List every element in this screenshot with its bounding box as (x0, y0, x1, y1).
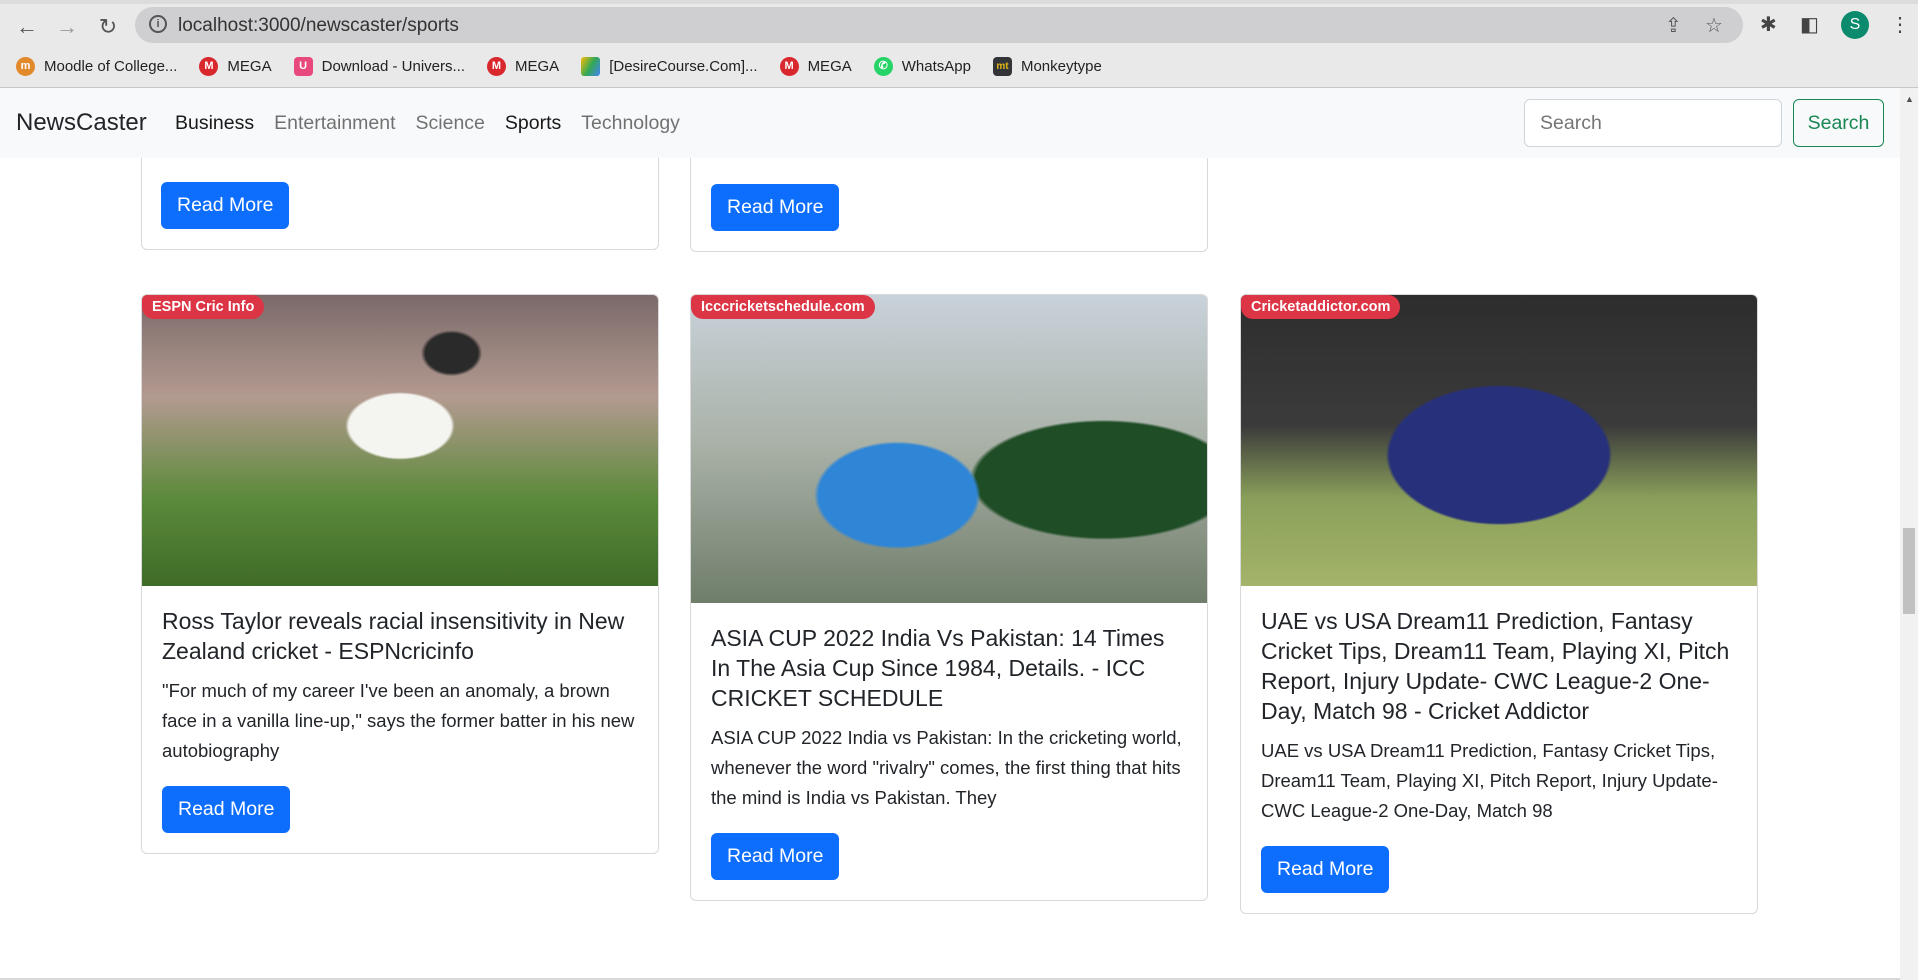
moodle-icon: m (16, 56, 35, 76)
bookmark[interactable]: mt Monkeytype (992, 56, 1102, 76)
scroll-up-icon[interactable]: ▲ (1905, 94, 1914, 104)
nav-business[interactable]: Business (175, 112, 254, 135)
article-image: ESPN Cric Info (142, 295, 658, 586)
address-bar[interactable]: i localhost:3000/newscaster/sports ⇪ ☆ (135, 7, 1743, 43)
brand[interactable]: NewsCaster (16, 109, 147, 137)
reload-icon[interactable]: ↻ (93, 12, 123, 42)
bookmark[interactable]: M MEGA (779, 56, 852, 76)
nav-technology[interactable]: Technology (581, 112, 680, 135)
article-image: Icccricketschedule.com (691, 295, 1207, 603)
article-title: Ross Taylor reveals racial insensitivity… (162, 608, 625, 664)
nav-links: Business Entertainment Science Sports Te… (175, 112, 680, 135)
bookmark[interactable]: m Moodle of College... (16, 56, 178, 76)
forward-icon[interactable]: → (52, 12, 82, 42)
article-description: UAE vs USA Dream11 Prediction, Fantasy C… (1261, 740, 1718, 821)
bookmarks-bar: m Moodle of College... M MEGA U Download - … (16, 52, 1102, 80)
source-badge: Cricketaddictor.com (1241, 295, 1401, 319)
monkeytype-icon: mt (992, 56, 1012, 76)
bookmark[interactable]: U Download - Univers... (293, 56, 465, 76)
article-description: ASIA CUP 2022 India vs Pakistan: In the … (711, 727, 1182, 808)
nav-entertainment[interactable]: Entertainment (274, 112, 395, 135)
browser-chrome: ← → ↻ i localhost:3000/newscaster/sports… (0, 0, 1918, 88)
nav-sports[interactable]: Sports (505, 112, 561, 135)
bookmark[interactable]: M MEGA (487, 56, 560, 76)
share-icon[interactable]: ⇪ (1665, 13, 1682, 38)
profile-avatar[interactable]: S (1841, 11, 1869, 39)
scrollbar[interactable]: ▲ (1900, 88, 1918, 980)
read-more-button[interactable]: Read More (161, 182, 290, 229)
bookmark[interactable]: ✆ WhatsApp (873, 56, 971, 76)
mega-icon: M (779, 56, 799, 76)
bookmark-label: MEGA (807, 57, 852, 75)
bookmark-label: Moodle of College... (44, 57, 178, 75)
download-icon: U (293, 56, 313, 76)
article-title: UAE vs USA Dream11 Prediction, Fantasy C… (1261, 608, 1730, 724)
nav-science[interactable]: Science (416, 112, 485, 135)
bookmark-label: MEGA (515, 57, 560, 75)
read-more-button[interactable]: Read More (162, 786, 291, 833)
article-description: "For much of my career I've been an anom… (162, 680, 635, 761)
source-badge: Icccricketschedule.com (691, 295, 875, 319)
bookmark-label: MEGA (227, 57, 272, 75)
back-icon[interactable]: ← (12, 12, 42, 42)
tab-strip (0, 0, 1918, 4)
article-title: ASIA CUP 2022 India Vs Pakistan: 14 Time… (711, 625, 1165, 711)
mega-icon: M (487, 56, 506, 76)
bookmark-label: WhatsApp (901, 57, 971, 75)
search-input[interactable] (1524, 99, 1782, 147)
read-more-button[interactable]: Read More (711, 833, 840, 880)
news-card: Cricketaddictor.com UAE vs USA Dream11 P… (1240, 294, 1758, 914)
bookmark-label: Monkeytype (1020, 57, 1102, 75)
read-more-button[interactable]: Read More (711, 184, 840, 231)
menu-icon[interactable]: ⋮ (1890, 12, 1910, 37)
bookmark[interactable]: M MEGA (199, 56, 272, 76)
side-panel-icon[interactable]: ◧ (1800, 12, 1819, 37)
search-button[interactable]: Search (1793, 99, 1884, 147)
extensions-icon[interactable]: ✱ (1760, 12, 1777, 37)
news-card: Icccricketschedule.com ASIA CUP 2022 Ind… (690, 294, 1208, 901)
navbar: NewsCaster Business Entertainment Scienc… (0, 88, 1900, 158)
mega-icon: M (199, 56, 219, 76)
scrollbar-thumb[interactable] (1903, 528, 1915, 614)
bookmark-label: Download - Univers... (321, 57, 465, 75)
google-drive-icon (581, 56, 601, 76)
bookmark-label: [DesireCourse.Com]... (609, 57, 758, 75)
star-icon[interactable]: ☆ (1705, 13, 1723, 38)
news-card: ESPN Cric Info Ross Taylor reveals racia… (141, 294, 659, 854)
article-image: Cricketaddictor.com (1241, 295, 1757, 586)
info-icon[interactable]: i (149, 15, 167, 33)
read-more-button[interactable]: Read More (1261, 846, 1390, 893)
bookmark[interactable]: [DesireCourse.Com]... (581, 56, 758, 76)
whatsapp-icon: ✆ (873, 56, 893, 76)
url-text[interactable]: localhost:3000/newscaster/sports (178, 15, 459, 37)
source-badge: ESPN Cric Info (142, 295, 265, 319)
